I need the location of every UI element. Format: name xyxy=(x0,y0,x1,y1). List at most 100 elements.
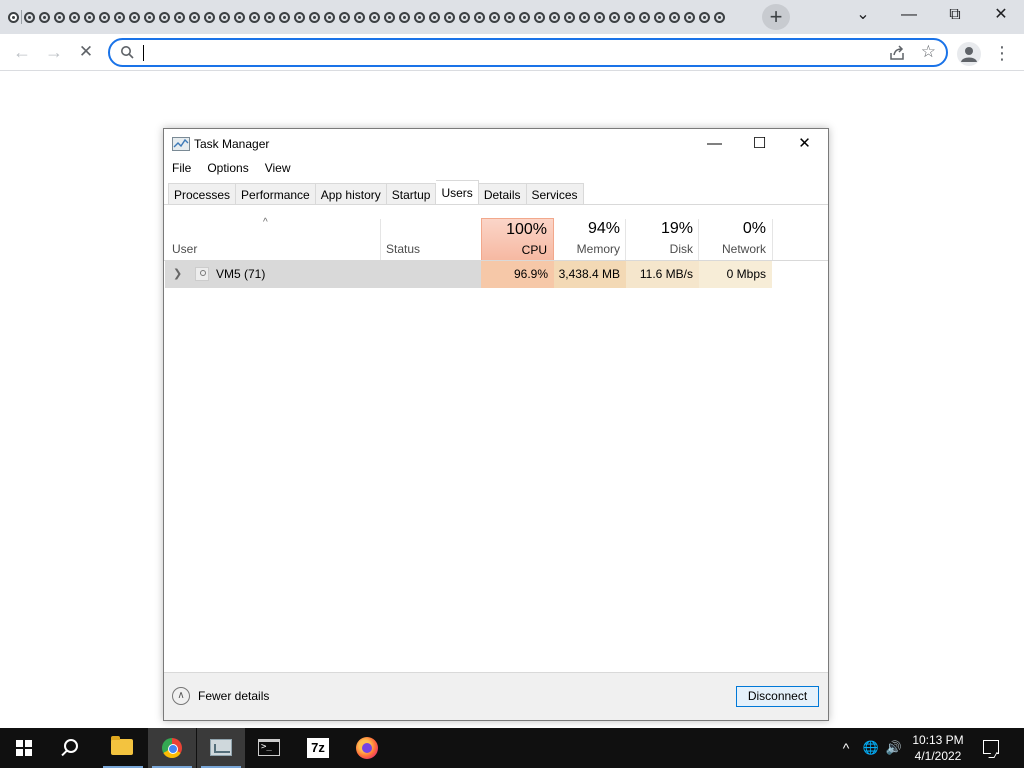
browser-tab[interactable] xyxy=(697,7,712,27)
expand-chevron-icon[interactable]: ❯ xyxy=(173,267,182,280)
network-globe-icon[interactable]: 🌐 xyxy=(861,738,881,758)
browser-tab[interactable] xyxy=(547,7,562,27)
browser-tab[interactable] xyxy=(292,7,307,27)
browser-tab[interactable] xyxy=(367,7,382,27)
tab-details[interactable]: Details xyxy=(478,183,527,205)
task-manager-titlebar[interactable]: Task Manager — ☐ ✕ xyxy=(164,129,828,159)
tab-processes[interactable]: Processes xyxy=(168,183,237,205)
browser-tab[interactable] xyxy=(352,7,367,27)
browser-tab[interactable] xyxy=(562,7,577,27)
column-header-disk[interactable]: 19% Disk xyxy=(626,218,699,261)
stop-loading-button[interactable]: ✕ xyxy=(72,38,100,66)
browser-menu-button[interactable]: ⋮ xyxy=(992,40,1012,66)
chevron-up-circle-icon[interactable]: ∧ xyxy=(172,687,190,705)
column-header-memory[interactable]: 94% Memory xyxy=(554,218,626,261)
browser-minimize-button[interactable]: — xyxy=(886,0,932,30)
browser-tab[interactable] xyxy=(157,7,172,27)
browser-restore-button[interactable]: ⧉ xyxy=(932,0,978,30)
taskbar-file-explorer[interactable] xyxy=(99,728,147,768)
browser-tab[interactable] xyxy=(217,7,232,27)
menu-options[interactable]: Options xyxy=(199,159,256,179)
browser-tab[interactable] xyxy=(442,7,457,27)
browser-tab[interactable] xyxy=(247,7,262,27)
tab-services[interactable]: Services xyxy=(526,183,584,205)
browser-tab[interactable] xyxy=(232,7,247,27)
browser-tab[interactable] xyxy=(577,7,592,27)
browser-tab[interactable] xyxy=(172,7,187,27)
browser-tab[interactable] xyxy=(142,7,157,27)
browser-tab[interactable] xyxy=(277,7,292,27)
browser-tab[interactable] xyxy=(502,7,517,27)
volume-icon[interactable]: 🔊 xyxy=(884,738,904,758)
column-header-status[interactable]: Status xyxy=(386,242,420,256)
browser-tab[interactable] xyxy=(607,7,622,27)
tm-minimize-button[interactable]: — xyxy=(692,129,737,159)
notification-center-icon[interactable] xyxy=(983,740,999,754)
column-header-cpu[interactable]: 100% CPU xyxy=(481,218,554,261)
browser-tab[interactable] xyxy=(637,7,652,27)
taskbar-chrome[interactable] xyxy=(148,728,196,768)
column-divider[interactable] xyxy=(380,219,381,261)
show-hidden-icons-chevron-icon[interactable]: ^ xyxy=(836,738,856,758)
browser-tab[interactable] xyxy=(67,7,82,27)
browser-tab[interactable] xyxy=(127,7,142,27)
column-header-network[interactable]: 0% Network xyxy=(699,218,772,261)
taskbar-search-button[interactable] xyxy=(48,728,96,768)
tab-users[interactable]: Users xyxy=(436,180,479,204)
column-divider[interactable] xyxy=(772,219,773,261)
system-clock[interactable]: 10:13 PM 4/1/2022 xyxy=(906,732,970,764)
browser-tab[interactable] xyxy=(532,7,547,27)
browser-tab[interactable] xyxy=(202,7,217,27)
browser-tab[interactable] xyxy=(112,7,127,27)
browser-tab[interactable] xyxy=(82,7,97,27)
browser-tab[interactable] xyxy=(682,7,697,27)
taskbar-7zip[interactable]: 7z xyxy=(294,728,342,768)
taskbar-task-manager[interactable] xyxy=(197,728,245,768)
browser-tab[interactable] xyxy=(592,7,607,27)
browser-tab[interactable] xyxy=(457,7,472,27)
profile-avatar-icon[interactable] xyxy=(957,42,981,66)
menu-file[interactable]: File xyxy=(164,159,199,179)
tab-startup[interactable]: Startup xyxy=(386,183,437,205)
browser-tab[interactable] xyxy=(337,7,352,27)
browser-tab[interactable] xyxy=(6,7,21,27)
browser-tab[interactable] xyxy=(427,7,442,27)
new-tab-button[interactable]: + xyxy=(762,4,790,30)
tm-close-button[interactable]: ✕ xyxy=(782,129,827,159)
tab-performance[interactable]: Performance xyxy=(236,183,316,205)
share-icon[interactable] xyxy=(888,44,906,62)
browser-tab[interactable] xyxy=(712,7,727,27)
taskbar-firefox[interactable] xyxy=(343,728,391,768)
browser-close-button[interactable]: ✕ xyxy=(978,0,1024,30)
browser-tab[interactable] xyxy=(382,7,397,27)
browser-tab[interactable] xyxy=(412,7,427,27)
browser-tab[interactable] xyxy=(37,7,52,27)
fewer-details-link[interactable]: Fewer details xyxy=(198,689,269,703)
browser-tab[interactable] xyxy=(187,7,202,27)
tm-maximize-button[interactable]: ☐ xyxy=(737,129,782,159)
browser-tab[interactable] xyxy=(667,7,682,27)
forward-button[interactable]: → xyxy=(40,38,68,66)
bookmark-star-icon[interactable]: ☆ xyxy=(921,42,936,62)
back-button[interactable]: ← xyxy=(8,38,36,66)
browser-tab[interactable] xyxy=(262,7,277,27)
browser-tab[interactable] xyxy=(322,7,337,27)
browser-tab[interactable] xyxy=(472,7,487,27)
browser-tab[interactable] xyxy=(22,7,37,27)
tab-app-history[interactable]: App history xyxy=(315,183,387,205)
disconnect-button[interactable]: Disconnect xyxy=(736,686,819,707)
table-row[interactable]: ❯ VM5 (71) 96.9% 3,438.4 MB 11.6 MB/s 0 … xyxy=(165,261,772,288)
tab-search-button[interactable]: ⌄ xyxy=(840,0,886,30)
browser-tab[interactable] xyxy=(622,7,637,27)
browser-tab[interactable] xyxy=(97,7,112,27)
address-bar[interactable]: ☆ xyxy=(108,38,948,67)
browser-tab[interactable] xyxy=(517,7,532,27)
column-header-user[interactable]: User xyxy=(172,242,197,256)
browser-tab[interactable] xyxy=(52,7,67,27)
menu-view[interactable]: View xyxy=(257,159,299,179)
browser-tab[interactable] xyxy=(397,7,412,27)
start-button[interactable] xyxy=(0,728,48,768)
taskbar-command-prompt[interactable]: >_ xyxy=(245,728,293,768)
browser-tab[interactable] xyxy=(307,7,322,27)
browser-tab[interactable] xyxy=(652,7,667,27)
